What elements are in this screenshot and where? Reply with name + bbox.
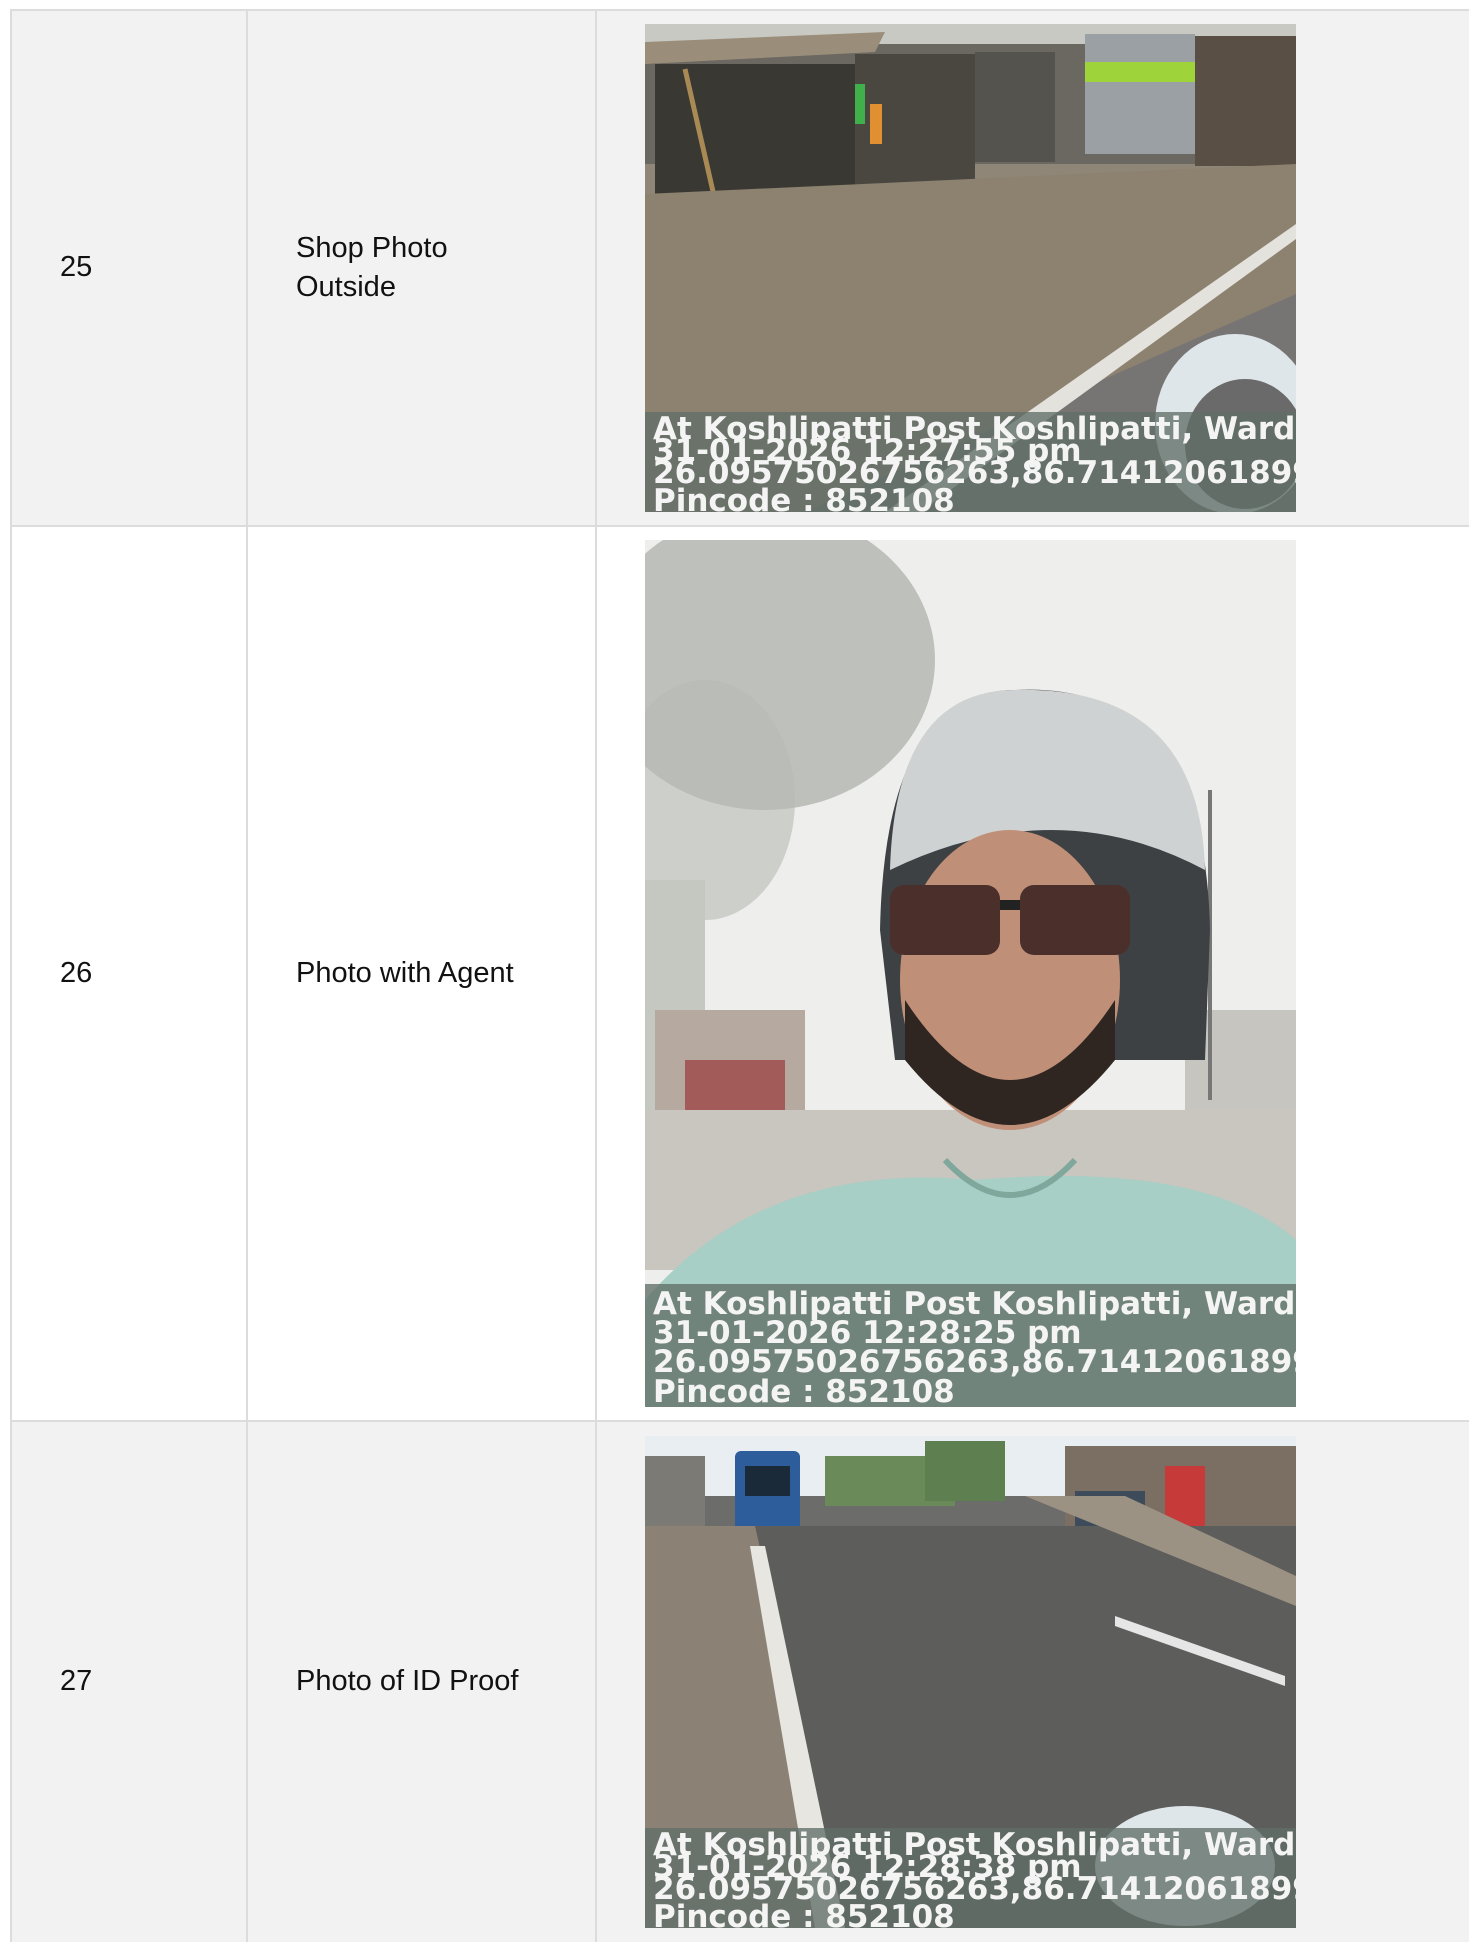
table-row: 25 Shop Photo Outside At Koshlipatti Pos… <box>10 11 1469 527</box>
photo-cell: At Koshlipatti Post Koshlipatti, Ward No… <box>597 527 1469 1420</box>
serial-number: 26 <box>60 956 93 989</box>
photo-label: Photo of ID Proof <box>296 1665 519 1698</box>
table-row: 26 Photo with Agent At Koshlipatti Post … <box>10 527 1469 1422</box>
serial-number-cell: 27 <box>10 1422 248 1942</box>
geo-stamp: At Koshlipatti Post Koshlipatti, Ward No… <box>645 1284 1296 1407</box>
stamp-pincode: Pincode : 852108 <box>653 1374 955 1407</box>
photo-label-cell: Photo of ID Proof <box>248 1422 597 1942</box>
photo-label-cell: Shop Photo Outside <box>248 11 597 525</box>
id-proof-photo[interactable]: At Koshlipatti Post Koshlipatti, Ward No… <box>645 1436 1296 1928</box>
shop-photo[interactable]: At Koshlipatti Post Koshlipatti, Ward No… <box>645 24 1296 512</box>
serial-number: 25 <box>60 251 93 284</box>
photo-cell: At Koshlipatti Post Koshlipatti, Ward No… <box>597 1422 1469 1942</box>
serial-number: 27 <box>60 1665 93 1698</box>
serial-number-cell: 26 <box>10 527 248 1420</box>
photo-table: 25 Shop Photo Outside At Koshlipatti Pos… <box>10 9 1469 1942</box>
geo-stamp: At Koshlipatti Post Koshlipatti, Ward No… <box>645 412 1296 512</box>
photo-cell: At Koshlipatti Post Koshlipatti, Ward No… <box>597 11 1469 525</box>
stamp-pincode: Pincode : 852108 <box>653 1899 955 1929</box>
serial-number-cell: 25 <box>10 11 248 525</box>
photo-label-cell: Photo with Agent <box>248 527 597 1420</box>
agent-selfie-photo-icon <box>645 540 1296 1407</box>
agent-photo[interactable]: At Koshlipatti Post Koshlipatti, Ward No… <box>645 540 1296 1407</box>
stamp-pincode: Pincode : 852108 <box>653 483 955 513</box>
photo-label: Shop Photo Outside <box>296 231 448 303</box>
stamp-location: At Koshlipatti Post Koshlipatti, Ward No… <box>653 1286 1296 1322</box>
stamp-coordinates: 26.09575026756263,86.714120618999 <box>653 1344 1296 1380</box>
photo-label: Photo with Agent <box>296 956 514 989</box>
table-row: 27 Photo of ID Proof At Koshlipatti Post… <box>10 1422 1469 1942</box>
geo-stamp: At Koshlipatti Post Koshlipatti, Ward No… <box>645 1828 1296 1928</box>
